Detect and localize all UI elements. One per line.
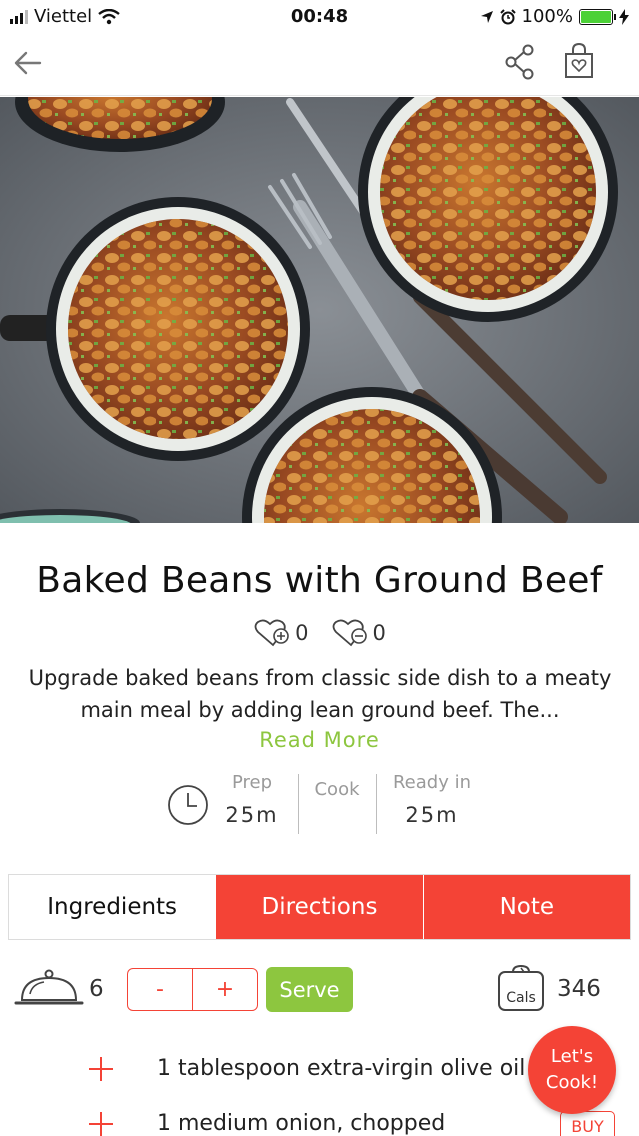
dislike-button[interactable]: 0: [331, 618, 386, 648]
tab-ingredients[interactable]: Ingredients: [9, 875, 216, 939]
ingredient-text: 1 tablespoon extra-virgin olive oil: [157, 1056, 526, 1081]
serving-row: 6 - + Serve Cals 346: [0, 964, 639, 1016]
add-ingredient-icon[interactable]: [88, 1111, 114, 1136]
status-bar: Viettel 00:48 100%: [0, 0, 639, 34]
battery-percent: 100%: [521, 6, 573, 27]
cloche-icon: [14, 969, 84, 1005]
clock-icon: [168, 785, 208, 825]
battery-fill: [581, 10, 611, 23]
tab-directions[interactable]: Directions: [215, 875, 423, 939]
share-icon[interactable]: [504, 44, 536, 80]
decrease-serving-button[interactable]: -: [128, 969, 192, 1010]
add-ingredient-icon[interactable]: [88, 1056, 114, 1082]
recipe-times: Prep 25m Cook Ready in 25m: [0, 772, 639, 836]
cals-icon-text: Cals: [506, 990, 536, 1006]
serve-button[interactable]: Serve: [266, 967, 353, 1012]
prep-value: 25m: [225, 803, 279, 827]
time-divider: [298, 774, 299, 834]
read-more-link[interactable]: Read More: [0, 728, 639, 752]
recipe-title: Baked Beans with Ground Beef: [36, 560, 603, 601]
heart-plus-icon: [254, 619, 289, 647]
ingredient-item: 1 medium onion, chopped: [0, 1101, 639, 1136]
prep-time: Prep 25m: [222, 772, 282, 827]
tab-note[interactable]: Note: [422, 875, 630, 939]
lets-cook-button[interactable]: Let's Cook!: [528, 1026, 616, 1114]
shopping-bag-icon[interactable]: [562, 42, 596, 80]
serving-count: 6: [89, 976, 104, 1002]
cook-label: Cook: [314, 779, 360, 800]
like-count: 0: [295, 621, 309, 645]
battery-icon: [579, 8, 616, 25]
recipe-hero-image: [0, 97, 639, 523]
calories-scale-icon: Cals: [498, 964, 544, 1011]
like-button[interactable]: 0: [253, 618, 309, 648]
cook-time: Cook: [306, 772, 368, 810]
serving-stepper: - +: [127, 968, 258, 1011]
time-divider: [376, 774, 377, 834]
recipe-description: Upgrade baked beans from classic side di…: [28, 666, 612, 722]
prep-label: Prep: [231, 772, 273, 793]
nav-bar: [0, 34, 639, 96]
increase-serving-button[interactable]: +: [192, 969, 257, 1010]
location-icon: [480, 10, 493, 23]
back-arrow-icon[interactable]: [12, 46, 46, 80]
ready-time: Ready in 25m: [384, 772, 480, 827]
calorie-count: 346: [557, 976, 601, 1002]
heart-minus-icon: [332, 619, 367, 647]
alarm-icon: [499, 8, 516, 24]
dislike-count: 0: [372, 621, 386, 645]
reaction-row: 0 0: [0, 618, 639, 648]
charging-icon: [619, 8, 629, 25]
ingredient-text: 1 medium onion, chopped: [157, 1111, 446, 1136]
status-right: 100%: [480, 6, 629, 27]
ready-value: 25m: [405, 803, 459, 827]
buy-button[interactable]: BUY: [560, 1111, 615, 1136]
baked-beans-photo: [0, 97, 639, 523]
recipe-tabs: Ingredients Directions Note: [8, 874, 631, 940]
ready-label: Ready in: [392, 772, 471, 793]
